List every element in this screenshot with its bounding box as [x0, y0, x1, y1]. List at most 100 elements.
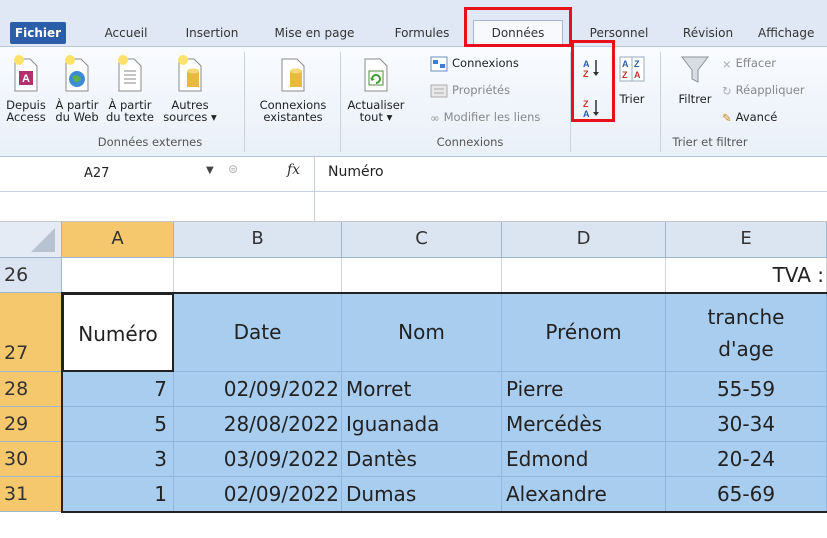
insert-function-button[interactable]: fx [287, 162, 300, 178]
column-header-a[interactable]: A [62, 222, 174, 258]
column-header-d[interactable]: D [502, 222, 666, 258]
cell-c30[interactable]: Dantès [342, 442, 502, 477]
autres-sources-button[interactable]: Autres sources ▾ [158, 53, 222, 123]
connexions-existantes-button[interactable]: Connexions existantes [254, 53, 332, 123]
tab-mise-en-page[interactable]: Mise en page [262, 22, 367, 46]
cell-d31[interactable]: Alexandre [502, 477, 666, 512]
existing-connections-icon [281, 58, 305, 92]
modifier-les-liens-label: Modifier les liens [443, 110, 541, 124]
reapply-filter-icon: ↻ [722, 83, 732, 98]
cell-d30[interactable]: Edmond [502, 442, 666, 477]
tab-revision[interactable]: Révision [672, 22, 744, 46]
cell-a28[interactable]: 7 [62, 372, 174, 407]
sort-ascending-button[interactable]: A Z [582, 57, 608, 79]
formula-bar: A27 ▼ ⊜ fx Numéro [0, 157, 827, 207]
refresh-icon [364, 58, 388, 92]
cell-e28[interactable]: 55-59 [666, 372, 827, 407]
cell-b27[interactable]: Date [174, 293, 342, 372]
cell-e26[interactable]: TVA : [666, 258, 827, 293]
select-all-corner[interactable] [0, 222, 62, 258]
modifier-les-liens-button[interactable]: ∞ Modifier les liens [430, 107, 540, 127]
autres-sources-line2: sources ▾ [163, 110, 217, 124]
svg-text:A: A [583, 59, 590, 69]
avance-button[interactable]: ✎ Avancé [722, 107, 777, 127]
column-header-b[interactable]: B [174, 222, 342, 258]
a-partir-du-web-button[interactable]: À partir du Web [50, 53, 104, 123]
row-header-30[interactable]: 30 [0, 442, 62, 477]
cell-c28[interactable]: Morret [342, 372, 502, 407]
tab-accueil[interactable]: Accueil [90, 22, 162, 46]
cell-b26[interactable] [174, 258, 342, 293]
connections-icon [430, 56, 448, 71]
tab-formules[interactable]: Formules [382, 22, 462, 46]
reappliquer-button[interactable]: ↻ Réappliquer [722, 80, 805, 100]
depuis-access-button[interactable]: A Depuis Access [2, 53, 50, 123]
column-header-c[interactable]: C [342, 222, 502, 258]
cell-b30[interactable]: 03/09/2022 [174, 442, 342, 477]
proprietes-label: Propriétés [452, 83, 511, 97]
actualiser-tout-button[interactable]: Actualiser tout ▾ [346, 53, 406, 123]
cell-d26[interactable] [502, 258, 666, 293]
cell-b31[interactable]: 02/09/2022 [174, 477, 342, 512]
group-separator [570, 52, 571, 152]
connexions-label: Connexions [452, 56, 519, 70]
sort-descending-button[interactable]: Z A [582, 97, 608, 119]
sort-az-icon: A Z [583, 59, 599, 79]
cell-b29[interactable]: 28/08/2022 [174, 407, 342, 442]
formula-cancel-icon: ⊜ [228, 162, 239, 176]
trier-button[interactable]: A Z Z A Trier [612, 53, 652, 105]
tab-affichage[interactable]: Affichage [758, 22, 827, 46]
svg-text:Z: Z [622, 70, 628, 80]
a-partir-du-texte-button[interactable]: À partir du texte [102, 53, 158, 123]
tab-fichier[interactable]: Fichier [10, 22, 66, 44]
a-partir-du-web-line2: du Web [55, 110, 99, 124]
svg-text:A: A [634, 70, 641, 80]
cell-c31[interactable]: Dumas [342, 477, 502, 512]
filtrer-button[interactable]: Filtrer [668, 53, 722, 105]
cell-e30[interactable]: 20-24 [666, 442, 827, 477]
proprietes-button[interactable]: Propriétés [430, 80, 510, 100]
sort-dialog-icon: A Z Z A [619, 56, 645, 82]
cell-b28[interactable]: 02/09/2022 [174, 372, 342, 407]
reappliquer-label: Réappliquer [735, 83, 805, 97]
cell-c29[interactable]: Iguanada [342, 407, 502, 442]
cell-d27[interactable]: Prénom [502, 293, 666, 372]
cell-a29[interactable]: 5 [62, 407, 174, 442]
cell-a30[interactable]: 3 [62, 442, 174, 477]
cell-d28[interactable]: Pierre [502, 372, 666, 407]
cell-e31[interactable]: 65-69 [666, 477, 827, 512]
cell-e27[interactable]: tranche d'age [666, 293, 827, 372]
cell-d29[interactable]: Mercédès [502, 407, 666, 442]
tab-insertion[interactable]: Insertion [172, 22, 252, 46]
svg-text:Z: Z [583, 99, 589, 109]
cell-e27-line2: d'age [718, 337, 774, 361]
group-label-connexions: Connexions [436, 135, 504, 149]
avance-label: Avancé [735, 110, 778, 124]
web-globe-icon [65, 55, 89, 92]
access-file-icon: A [14, 55, 38, 92]
cell-a26[interactable] [62, 258, 174, 293]
row-header-27[interactable]: 27 [0, 293, 62, 372]
cell-c27[interactable]: Nom [342, 293, 502, 372]
group-separator [244, 52, 245, 152]
cell-a31[interactable]: 1 [62, 477, 174, 512]
row-header-28[interactable]: 28 [0, 372, 62, 407]
formula-bar-extension [0, 192, 827, 222]
row-header-29[interactable]: 29 [0, 407, 62, 442]
cell-e29[interactable]: 30-34 [666, 407, 827, 442]
text-file-icon [118, 55, 142, 92]
trier-label: Trier [619, 92, 645, 106]
connexions-button[interactable]: Connexions [430, 53, 519, 73]
row-header-26[interactable]: 26 [0, 258, 62, 293]
cell-a27-active[interactable]: Numéro [62, 293, 174, 372]
advanced-filter-icon: ✎ [722, 110, 732, 125]
tab-personnel[interactable]: Personnel [578, 22, 660, 46]
column-header-e[interactable]: E [666, 222, 827, 258]
cell-c26[interactable] [342, 258, 502, 293]
row-header-31[interactable]: 31 [0, 477, 62, 512]
effacer-button[interactable]: ⨯ Effacer [722, 53, 776, 73]
sort-za-icon: Z A [583, 99, 599, 119]
tab-donnees[interactable]: Données [473, 20, 563, 47]
formula-input[interactable]: Numéro [328, 164, 384, 180]
name-box-dropdown-icon[interactable]: ▼ [206, 165, 214, 176]
